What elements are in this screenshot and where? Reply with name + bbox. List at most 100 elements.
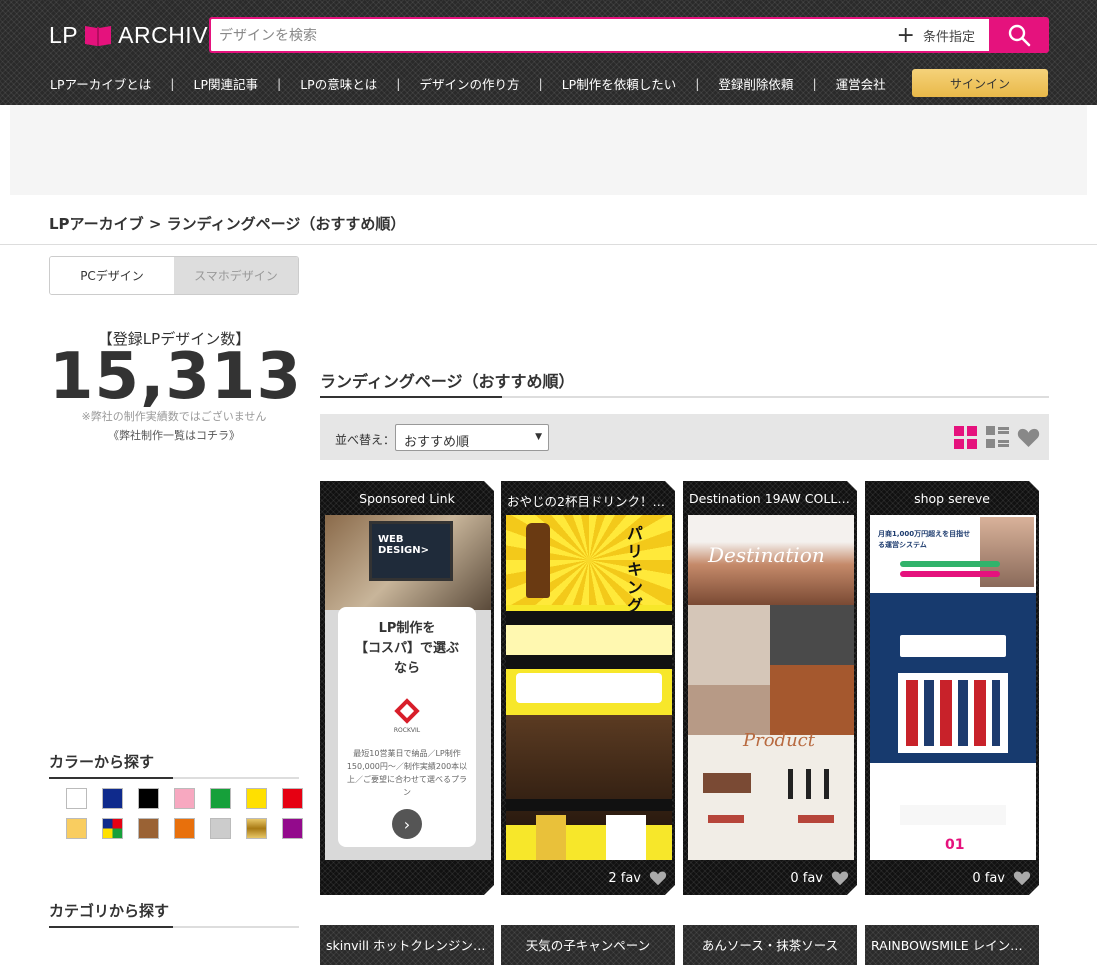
- fav-count[interactable]: 0 fav: [972, 870, 1031, 886]
- divider: [0, 244, 1097, 245]
- favorite-heart-icon[interactable]: [1017, 427, 1040, 448]
- fav-label: 2 fav: [608, 870, 641, 886]
- card-title: RAINBOWSMILE レインボースマイル: [871, 938, 1039, 953]
- chevron-right-icon[interactable]: ›: [392, 809, 422, 839]
- color-swatch[interactable]: [66, 788, 87, 809]
- sort-value: おすすめ順: [404, 435, 470, 450]
- nav-separator: |: [277, 75, 282, 91]
- plus-icon: +: [896, 22, 915, 48]
- lp-card-sponsored[interactable]: Sponsored Link WEB DESIGN> LP制作を 【コスパ】で選…: [320, 481, 494, 895]
- color-swatch[interactable]: [66, 818, 87, 839]
- card-title: あんソース・抹茶ソース: [701, 938, 839, 953]
- card-title: Destination 19AW COLLECTION: [689, 491, 857, 506]
- breadcrumb: LPアーカイブ > ランディングページ（おすすめ順）: [49, 215, 406, 233]
- ad-photo: WEB DESIGN>: [325, 515, 491, 610]
- card-thumbnail: 月商1,000万円超えを目指せる運営システム 01: [870, 515, 1036, 860]
- card-title: skinvill ホットクレンジングジェル: [326, 938, 494, 953]
- lp-card[interactable]: Destination 19AW COLLECTION Destination …: [683, 481, 857, 895]
- device-tabs: PCデザイン スマホデザイン: [49, 256, 299, 295]
- nav-link[interactable]: 運営会社: [836, 74, 886, 93]
- color-section-title: カラーから探す: [49, 751, 299, 779]
- card-thumbnail: WEB DESIGN> LP制作を 【コスパ】で選ぶ なら ROCKVIL 最短…: [325, 515, 491, 860]
- sort-bar: 並べ替え： おすすめ順 ▼: [320, 414, 1049, 460]
- card-title: おやじの2杯目ドリンク！パリキング: [507, 494, 675, 509]
- logo-text-lp: LP: [49, 21, 79, 48]
- condition-label: 条件指定: [922, 30, 975, 45]
- nav-link[interactable]: 登録削除依頼: [718, 74, 793, 93]
- sort-label: 並べ替え：: [335, 433, 396, 447]
- color-swatch[interactable]: [138, 818, 159, 839]
- nav-link[interactable]: LP関連記事: [193, 74, 258, 93]
- ad-banner-area: [10, 105, 1087, 195]
- sort-select[interactable]: おすすめ順 ▼: [395, 424, 549, 451]
- fav-count[interactable]: 0 fav: [790, 870, 849, 886]
- fav-count[interactable]: 2 fav: [608, 870, 667, 886]
- count-value: 15,313: [49, 340, 302, 414]
- lp-card[interactable]: あんソース・抹茶ソース: [683, 925, 857, 965]
- category-section-title: カテゴリから探す: [49, 900, 299, 928]
- card-thumbnail: Destination Product: [688, 515, 854, 860]
- ad-line3: なら: [393, 661, 420, 676]
- thumb-text: パリキング: [624, 525, 643, 615]
- card-thumbnail: パリキング: [506, 515, 672, 860]
- site-header: LP ARCHIVE + 条件指定 LPアーカイブとは | LP関連記事 | LPの意味…: [0, 0, 1097, 105]
- ad-line1: LP制作を: [378, 621, 436, 636]
- nav-link[interactable]: デザインの作り方: [419, 74, 519, 93]
- color-swatch[interactable]: [102, 788, 123, 809]
- color-swatch[interactable]: [138, 788, 159, 809]
- color-swatch[interactable]: [174, 818, 195, 839]
- lp-card[interactable]: shop sereve 月商1,000万円超えを目指せる運営システム 01 0 …: [865, 481, 1039, 895]
- ad-screen-text: WEB DESIGN>: [369, 521, 453, 581]
- book-icon: [83, 22, 113, 48]
- nav-separator: |: [812, 75, 817, 91]
- lp-card[interactable]: RAINBOWSMILE レインボースマイル: [865, 925, 1039, 965]
- color-swatch[interactable]: [246, 818, 267, 839]
- nav-separator: |: [396, 75, 401, 91]
- list-view-icon[interactable]: [986, 426, 1009, 449]
- nav-link[interactable]: LPアーカイブとは: [50, 74, 151, 93]
- lp-card[interactable]: skinvill ホットクレンジングジェル: [320, 925, 494, 965]
- ad-panel: LP制作を 【コスパ】で選ぶ なら ROCKVIL 最短10営業日で納品／LP制…: [338, 607, 476, 847]
- dropdown-arrow-icon: ▼: [535, 432, 542, 442]
- ad-line2: 【コスパ】で選ぶ: [354, 641, 459, 656]
- lp-card[interactable]: 天気の子キャンペーン: [501, 925, 675, 965]
- tab-sp-design[interactable]: スマホデザイン: [174, 257, 298, 294]
- color-swatch[interactable]: [174, 788, 195, 809]
- main-nav: LPアーカイブとは | LP関連記事 | LPの意味とは | デザインの作り方 | LP制作を依…: [50, 73, 886, 93]
- color-swatch[interactable]: [246, 788, 267, 809]
- grid-view-icon[interactable]: [954, 426, 977, 449]
- thumb-text: Destination: [708, 543, 825, 567]
- thumb-text: 月商1,000万円超えを目指せる運営システム: [878, 530, 971, 549]
- nav-separator: |: [695, 75, 700, 91]
- color-swatches: [66, 788, 303, 839]
- works-link[interactable]: 《弊社制作一覧はコチラ》: [49, 427, 299, 443]
- nav-separator: |: [170, 75, 175, 91]
- nav-separator: |: [538, 75, 543, 91]
- heart-icon: [831, 871, 849, 886]
- condition-button[interactable]: + 条件指定: [896, 22, 975, 48]
- site-logo[interactable]: LP ARCHIVE: [49, 20, 224, 50]
- title-underline-accent: [320, 396, 502, 398]
- fav-label: 0 fav: [790, 870, 823, 886]
- card-title: 天気の子キャンペーン: [525, 938, 651, 953]
- color-swatch[interactable]: [210, 818, 231, 839]
- ad-brand: ROCKVIL: [393, 727, 421, 734]
- lp-card[interactable]: おやじの2杯目ドリンク！パリキング パリキング 2 fav: [501, 481, 675, 895]
- count-note: ※弊社の制作実績数ではございません: [81, 410, 267, 423]
- heart-icon: [649, 871, 667, 886]
- fav-label: 0 fav: [972, 870, 1005, 886]
- color-swatch[interactable]: [210, 788, 231, 809]
- search-input[interactable]: [219, 25, 819, 47]
- card-title: shop sereve: [914, 491, 990, 506]
- tab-pc-design[interactable]: PCデザイン: [50, 257, 174, 294]
- color-swatch[interactable]: [282, 788, 303, 809]
- search-box: + 条件指定: [209, 17, 989, 53]
- color-swatch[interactable]: [282, 818, 303, 839]
- nav-link[interactable]: LP制作を依頼したい: [562, 74, 677, 93]
- search-button[interactable]: [989, 17, 1049, 53]
- signin-button[interactable]: サインイン: [912, 69, 1048, 97]
- main-title: ランディングページ（おすすめ順）: [320, 372, 575, 391]
- search-icon: [1008, 24, 1031, 47]
- nav-link[interactable]: LPの意味とは: [300, 74, 377, 93]
- color-swatch[interactable]: [102, 818, 123, 839]
